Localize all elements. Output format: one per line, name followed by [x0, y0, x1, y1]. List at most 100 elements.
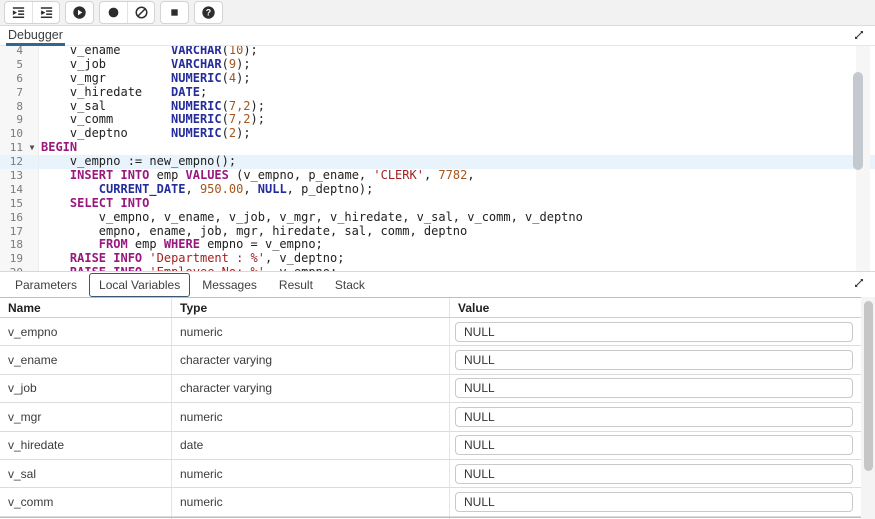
- code-line-6[interactable]: 6 v_mgr NUMERIC(4);: [0, 72, 875, 86]
- code-text: v_deptno NUMERIC(2);: [39, 127, 251, 141]
- toolbar-button-group: ?: [194, 1, 223, 24]
- line-number[interactable]: 6: [0, 72, 26, 86]
- variable-type: numeric: [172, 460, 450, 487]
- variable-type: numeric: [172, 403, 450, 430]
- line-number[interactable]: 19: [0, 252, 26, 266]
- value-input-v_job[interactable]: [455, 378, 853, 398]
- code-text: v_sal NUMERIC(7,2);: [39, 100, 265, 114]
- line-number[interactable]: 9: [0, 113, 26, 127]
- variable-type: character varying: [172, 375, 450, 402]
- variable-value-cell: [450, 488, 875, 515]
- variable-row-partial: [0, 517, 875, 519]
- code-text: v_comm NUMERIC(7,2);: [39, 113, 265, 127]
- code-line-18[interactable]: 18 FROM emp WHERE empno = v_empno;: [0, 238, 875, 252]
- line-number[interactable]: 12: [0, 155, 26, 169]
- editor-scrollbar-thumb[interactable]: [853, 72, 863, 170]
- line-number[interactable]: 8: [0, 100, 26, 114]
- editor-maximize-button[interactable]: [851, 28, 867, 44]
- variable-row-v_comm: v_commnumeric: [0, 488, 875, 516]
- variable-name: v_ename: [0, 346, 172, 373]
- value-input-v_sal[interactable]: [455, 464, 853, 484]
- line-number[interactable]: 17: [0, 225, 26, 239]
- panel-tab-local-variables[interactable]: Local Variables: [89, 273, 190, 297]
- value-input-v_empno[interactable]: [455, 322, 853, 342]
- line-number[interactable]: 14: [0, 183, 26, 197]
- value-input-v_hiredate[interactable]: [455, 435, 853, 455]
- value-input-v_ename[interactable]: [455, 350, 853, 370]
- grid-scrollbar-thumb[interactable]: [864, 301, 873, 471]
- continue-button[interactable]: [66, 2, 93, 23]
- line-number[interactable]: 18: [0, 238, 26, 252]
- continue-icon: [72, 5, 87, 20]
- line-number[interactable]: 16: [0, 211, 26, 225]
- code-line-15[interactable]: 15 SELECT INTO: [0, 197, 875, 211]
- panel-tab-messages[interactable]: Messages: [192, 273, 267, 297]
- value-input-v_comm[interactable]: [455, 492, 853, 512]
- code-line-17[interactable]: 17 empno, ename, job, mgr, hiredate, sal…: [0, 225, 875, 239]
- step-over-button[interactable]: [32, 2, 59, 23]
- code-editor[interactable]: 4 v_ename VARCHAR(10);5 v_job VARCHAR(9)…: [0, 46, 875, 271]
- column-header-value[interactable]: Value: [450, 298, 875, 317]
- code-line-9[interactable]: 9 v_comm NUMERIC(7,2);: [0, 113, 875, 127]
- stop-button[interactable]: [161, 2, 188, 23]
- variable-value-cell: [450, 432, 875, 459]
- panel-tab-parameters[interactable]: Parameters: [5, 273, 87, 297]
- column-header-name[interactable]: Name: [0, 298, 172, 317]
- panel-maximize-button[interactable]: [851, 276, 867, 292]
- line-number[interactable]: 7: [0, 86, 26, 100]
- debugger-toolbar: ?: [0, 0, 875, 26]
- fold-gutter: [26, 127, 39, 141]
- line-number[interactable]: 11: [0, 141, 26, 155]
- code-text: INSERT INTO emp VALUES (v_empno, p_ename…: [39, 169, 475, 183]
- toggle-breakpoint-button[interactable]: [100, 2, 127, 23]
- svg-text:?: ?: [206, 8, 211, 18]
- help-icon: ?: [201, 5, 216, 20]
- step-into-button[interactable]: [5, 2, 32, 23]
- variable-row-v_hiredate: v_hiredatedate: [0, 432, 875, 460]
- code-line-19[interactable]: 19 RAISE INFO 'Department : %', v_deptno…: [0, 252, 875, 266]
- code-line-8[interactable]: 8 v_sal NUMERIC(7,2);: [0, 100, 875, 114]
- code-text: v_hiredate DATE;: [39, 86, 207, 100]
- debug-panel-tab-bar: ParametersLocal VariablesMessagesResultS…: [0, 271, 875, 297]
- clear-all-breakpoints-icon: [134, 5, 149, 20]
- panel-tab-stack[interactable]: Stack: [325, 273, 375, 297]
- fold-gutter: [26, 252, 39, 266]
- line-number[interactable]: 4: [0, 46, 26, 58]
- maximize-icon: [852, 276, 866, 293]
- tab-debugger[interactable]: Debugger: [6, 26, 65, 46]
- help-button[interactable]: ?: [195, 2, 222, 23]
- line-number[interactable]: 10: [0, 127, 26, 141]
- fold-gutter: [26, 183, 39, 197]
- fold-gutter: [26, 100, 39, 114]
- code-text: RAISE INFO 'Department : %', v_deptno;: [39, 252, 344, 266]
- clear-all-breakpoints-button[interactable]: [127, 2, 154, 23]
- line-number[interactable]: 13: [0, 169, 26, 183]
- fold-gutter: [26, 72, 39, 86]
- fold-marker-icon[interactable]: ▼: [26, 141, 39, 155]
- value-input-v_mgr[interactable]: [455, 407, 853, 427]
- column-header-type[interactable]: Type: [172, 298, 450, 317]
- code-text: v_empno, v_ename, v_job, v_mgr, v_hireda…: [39, 211, 583, 225]
- code-line-7[interactable]: 7 v_hiredate DATE;: [0, 86, 875, 100]
- debugger-window: ? Debugger 4 v_ename VARCHAR(10);5 v_job…: [0, 0, 875, 519]
- code-line-12[interactable]: 12 v_empno := new_empno();: [0, 155, 875, 169]
- line-number[interactable]: 15: [0, 197, 26, 211]
- code-text: FROM emp WHERE empno = v_empno;: [39, 238, 323, 252]
- code-line-16[interactable]: 16 v_empno, v_ename, v_job, v_mgr, v_hir…: [0, 211, 875, 225]
- variable-value-cell: [450, 375, 875, 402]
- variable-row-v_mgr: v_mgrnumeric: [0, 403, 875, 431]
- code-line-10[interactable]: 10 v_deptno NUMERIC(2);: [0, 127, 875, 141]
- code-text: v_job VARCHAR(9);: [39, 58, 251, 72]
- toolbar-button-group: [65, 1, 94, 24]
- editor-scrollbar-track[interactable]: [856, 46, 870, 271]
- panel-tab-result[interactable]: Result: [269, 273, 323, 297]
- grid-scrollbar-track[interactable]: [861, 297, 875, 519]
- variable-name: v_sal: [0, 460, 172, 487]
- line-number[interactable]: 5: [0, 58, 26, 72]
- code-line-11[interactable]: 11▼BEGIN: [0, 141, 875, 155]
- code-line-14[interactable]: 14 CURRENT_DATE, 950.00, NULL, p_deptno)…: [0, 183, 875, 197]
- code-line-5[interactable]: 5 v_job VARCHAR(9);: [0, 58, 875, 72]
- code-line-13[interactable]: 13 INSERT INTO emp VALUES (v_empno, p_en…: [0, 169, 875, 183]
- step-into-icon: [11, 5, 26, 20]
- code-text: v_empno := new_empno();: [39, 155, 236, 169]
